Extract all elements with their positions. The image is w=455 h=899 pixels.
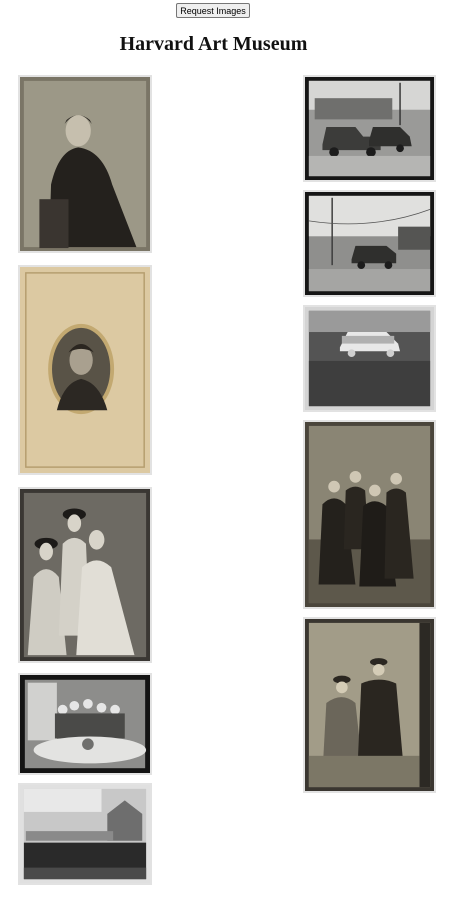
gallery-column-left	[18, 75, 152, 885]
gallery-image[interactable]	[303, 420, 436, 609]
gallery-image[interactable]	[18, 75, 152, 253]
gallery-image[interactable]	[303, 617, 436, 793]
gallery-image[interactable]	[303, 305, 436, 412]
gallery-image[interactable]	[18, 783, 152, 885]
gallery-image[interactable]	[18, 265, 152, 475]
gallery-image[interactable]	[303, 190, 436, 297]
page-title: Harvard Art Museum	[119, 33, 308, 55]
gallery-image[interactable]	[18, 487, 152, 663]
gallery-image[interactable]	[18, 673, 152, 775]
gallery-image[interactable]	[303, 75, 436, 182]
gallery-column-right	[303, 75, 436, 793]
request-images-button[interactable]: Request Images	[176, 3, 250, 18]
